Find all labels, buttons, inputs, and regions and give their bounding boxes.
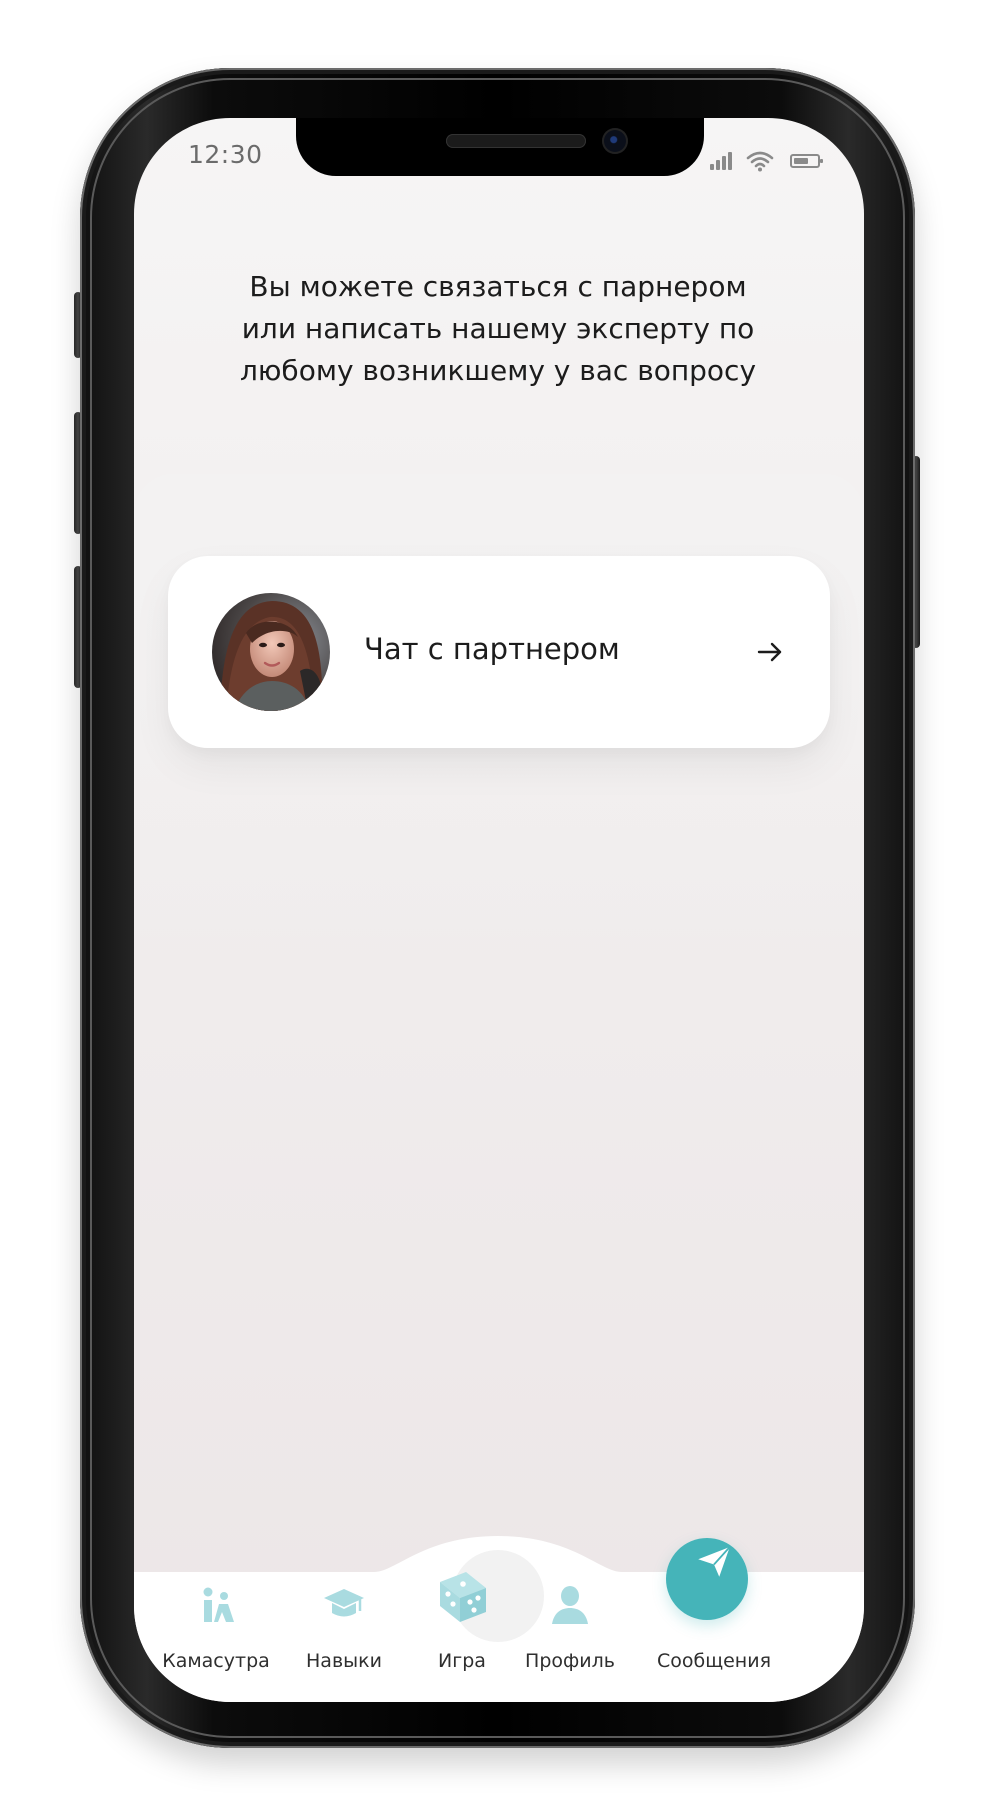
notch — [296, 118, 704, 176]
signal-icon — [710, 152, 732, 170]
partner-avatar — [212, 593, 330, 711]
avatar-image — [212, 593, 330, 711]
dice-icon — [440, 1572, 486, 1622]
battery-icon — [790, 154, 823, 168]
couple-icon — [203, 1587, 234, 1622]
graduation-cap-icon — [324, 1589, 364, 1617]
tab-messages[interactable]: Сообщения — [614, 1546, 814, 1672]
intro-text: Вы можете связаться с парнером или напис… — [178, 266, 818, 392]
person-icon — [552, 1586, 588, 1624]
paper-plane-icon — [698, 1546, 731, 1577]
status-time: 12:30 — [188, 140, 263, 169]
intro-line-3: любому возникшему у вас вопросу — [239, 354, 757, 387]
tab-label-kamasutra: Камасутра — [162, 1650, 270, 1672]
arrow-right-icon[interactable] — [754, 636, 786, 668]
earpiece-speaker — [446, 134, 586, 148]
chat-with-partner-card[interactable]: Чат с партнером — [168, 556, 830, 748]
page: 12:30 Вы можете связаться с парнером или… — [0, 0, 996, 1814]
tab-kamasutra[interactable]: Камасутра — [146, 1580, 286, 1672]
wifi-icon — [746, 151, 774, 172]
bottom-tab-bar: Камасутра Навыки Игра Профиль Сообщения — [134, 1526, 864, 1702]
intro-line-2: или написать нашему эксперту по — [241, 312, 755, 345]
chat-with-partner-label: Чат с партнером — [364, 632, 620, 666]
intro-line-1: Вы можете связаться с парнером — [249, 270, 747, 303]
tab-label-messages: Сообщения — [656, 1650, 772, 1672]
front-camera-icon — [602, 128, 628, 154]
phone-screen: 12:30 Вы можете связаться с парнером или… — [134, 118, 864, 1702]
status-icons — [710, 148, 830, 174]
